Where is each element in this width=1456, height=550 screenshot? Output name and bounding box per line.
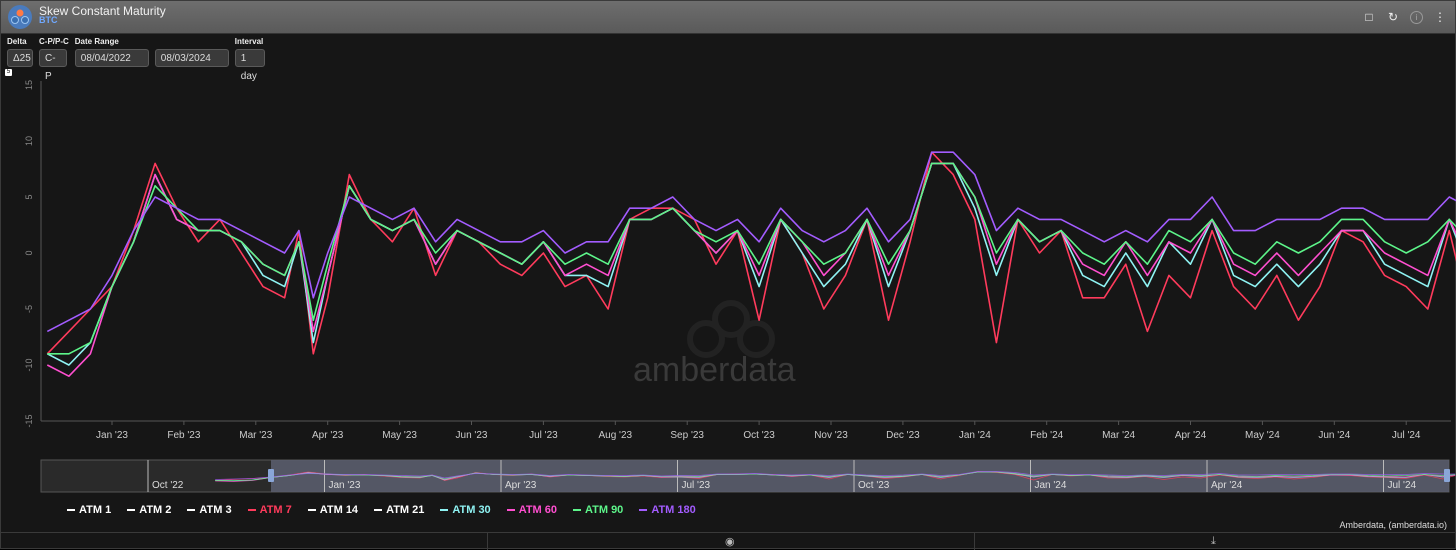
x-tick-label: Feb '24 [1030,430,1063,441]
x-tick-label: Oct '23 [743,430,775,441]
legend-item-atm-14[interactable]: ATM 14 [307,504,359,516]
y-tick-label: 15 [24,80,34,90]
navigator-label: Oct '23 [858,480,890,491]
skew-line-chart[interactable]: -15 -10 -5 0 5 10 15 Jan '23 Feb '23 Mar '23 Apr '… [1,1,1456,501]
legend-label: ATM 2 [139,504,172,516]
x-tick-label: Apr '24 [1175,430,1207,441]
navigator-handle-right [1444,469,1450,482]
x-tick-label: Sep '23 [670,430,704,441]
x-tick-label: May '23 [382,430,417,441]
legend-label: ATM 90 [585,504,624,516]
footer-divider [487,533,488,550]
legend-item-atm-30[interactable]: ATM 30 [440,504,491,516]
legend-swatch [374,509,383,511]
legend-item-atm-90[interactable]: ATM 90 [573,504,623,516]
y-tick-label: -10 [24,358,34,371]
legend-label: ATM 3 [199,504,232,516]
chart-window: Skew Constant Maturity BTC □ ↻ i ⋮ Delta… [0,0,1456,550]
x-tick-label: May '24 [1245,430,1280,441]
legend-label: ATM 60 [518,504,557,516]
legend-swatch [127,509,136,511]
legend-label: ATM 1 [79,504,112,516]
series-line-atm-30 [46,162,1456,366]
navigator-label: Jan '23 [329,480,361,491]
x-tick-label: Jul '24 [1392,430,1421,441]
x-tick-label: Nov '23 [814,430,848,441]
footer-divider [974,533,975,550]
chart-credit: Amberdata, (amberdata.io) [1339,520,1447,530]
legend-swatch [639,509,648,511]
x-tick-label: Feb '23 [167,430,200,441]
x-tick-label: Aug '23 [598,430,632,441]
navigator-label: Apr '23 [505,480,537,491]
legend-label: ATM 30 [452,504,491,516]
camera-icon[interactable]: ◉ [725,535,735,548]
legend-item-atm-7[interactable]: ATM 7 [247,504,292,516]
x-tick-label: Jan '23 [96,430,128,441]
legend-item-atm-60[interactable]: ATM 60 [506,504,557,516]
legend-label: ATM 180 [651,504,696,516]
navigator-label: Apr '24 [1211,480,1243,491]
navigator-label: Jul '23 [682,480,711,491]
legend-swatch [440,509,449,511]
legend-label: ATM 21 [386,504,425,516]
y-tick-label: -15 [24,414,34,427]
y-tick-label: 5 [24,194,34,199]
legend-swatch [506,509,515,511]
legend-swatch [187,509,196,511]
y-tick-label: -5 [24,305,34,313]
x-tick-label: Jun '24 [1318,430,1350,441]
x-tick-label: Jul '23 [529,430,558,441]
y-tick-label: 10 [24,136,34,146]
legend-item-atm-3[interactable]: ATM 3 [187,504,232,516]
legend-label: ATM 7 [259,504,292,516]
legend-label: ATM 14 [319,504,359,516]
x-tick-label: Apr '23 [312,430,344,441]
download-icon[interactable]: ⤓ [1211,535,1216,548]
x-tick-label: Jan '24 [959,430,991,441]
legend-item-atm-21[interactable]: ATM 21 [374,504,424,516]
legend-swatch [67,509,75,511]
navigator-handle-left [268,469,274,482]
x-tick-label: Mar '23 [239,430,272,441]
chart-footer: ◉ ⤓ [1,532,1455,550]
legend-item-atm-2[interactable]: ATM 2 [127,504,171,516]
legend-swatch [573,509,581,511]
x-tick-label: Mar '24 [1102,430,1135,441]
legend-item-atm-180[interactable]: ATM 180 [639,504,696,516]
chart-legend: ATM 1 ATM 2 ATM 3 ATM 7 ATM 14 ATM 21 ATM 30 AT… [67,504,712,516]
navigator-label: Jul '24 [1388,480,1417,491]
y-tick-label: 0 [24,250,34,255]
x-tick-label: Dec '23 [886,430,920,441]
legend-item-atm-1[interactable]: ATM 1 [67,504,111,516]
navigator-label: Oct '22 [152,480,184,491]
legend-swatch [247,509,256,511]
x-tick-label: Jun '23 [456,430,488,441]
legend-swatch [307,509,316,511]
navigator-label: Jan '24 [1035,480,1067,491]
series-line-atm-180 [46,151,1456,333]
